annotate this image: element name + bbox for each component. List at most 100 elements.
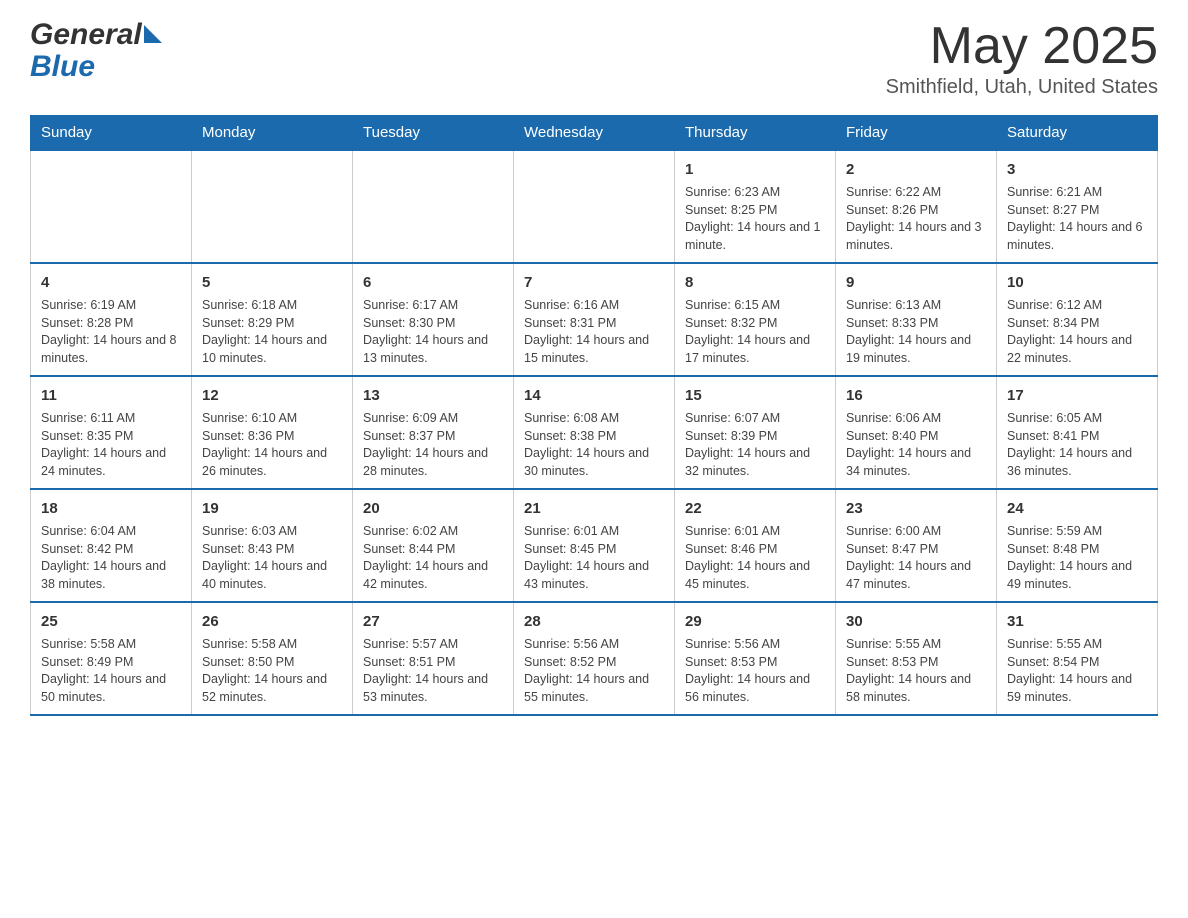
day-number: 7 — [524, 272, 664, 293]
day-info: Sunrise: 6:12 AMSunset: 8:34 PMDaylight:… — [1007, 297, 1147, 367]
day-number: 24 — [1007, 498, 1147, 519]
table-row: 12Sunrise: 6:10 AMSunset: 8:36 PMDayligh… — [192, 376, 353, 489]
day-info: Sunrise: 6:00 AMSunset: 8:47 PMDaylight:… — [846, 523, 986, 593]
day-info: Sunrise: 6:23 AMSunset: 8:25 PMDaylight:… — [685, 184, 825, 254]
day-info: Sunrise: 6:08 AMSunset: 8:38 PMDaylight:… — [524, 410, 664, 480]
calendar-week-row: 4 Sunrise: 6:19 AMSunset: 8:28 PMDaylight… — [31, 263, 1158, 376]
day-info: Sunrise: 5:58 AMSunset: 8:50 PMDaylight:… — [202, 636, 342, 706]
table-row: 30 Sunrise: 5:55 AMSunset: 8:53 PMDayligh… — [836, 602, 997, 715]
table-row: 25 Sunrise: 5:58 AMSunset: 8:49 PMDayligh… — [31, 602, 192, 715]
table-row: 2Sunrise: 6:22 AMSunset: 8:26 PMDaylight… — [836, 150, 997, 263]
calendar-body: 1Sunrise: 6:23 AMSunset: 8:25 PMDaylight… — [31, 150, 1158, 715]
table-row: 10 Sunrise: 6:12 AMSunset: 8:34 PMDayligh… — [997, 263, 1158, 376]
day-info: Sunrise: 5:59 AMSunset: 8:48 PMDaylight:… — [1007, 523, 1147, 593]
table-row: 8 Sunrise: 6:15 AMSunset: 8:32 PMDaylight… — [675, 263, 836, 376]
logo: General Blue — [30, 20, 164, 82]
day-number: 30 — [846, 611, 986, 632]
day-info: Sunrise: 6:17 AMSunset: 8:30 PMDaylight:… — [363, 297, 503, 367]
col-sunday: Sunday — [31, 116, 192, 151]
day-number: 10 — [1007, 272, 1147, 293]
day-info: Sunrise: 6:19 AMSunset: 8:28 PMDaylight:… — [41, 297, 181, 367]
day-info: Sunrise: 5:56 AMSunset: 8:53 PMDaylight:… — [685, 636, 825, 706]
table-row: 28 Sunrise: 5:56 AMSunset: 8:52 PMDayligh… — [514, 602, 675, 715]
calendar-header-row: Sunday Monday Tuesday Wednesday Thursday… — [31, 116, 1158, 151]
day-info: Sunrise: 6:01 AMSunset: 8:45 PMDaylight:… — [524, 523, 664, 593]
day-number: 16 — [846, 385, 986, 406]
table-row: 27Sunrise: 5:57 AMSunset: 8:51 PMDayligh… — [353, 602, 514, 715]
day-number: 31 — [1007, 611, 1147, 632]
logo-blue-text: Blue — [30, 52, 95, 82]
table-row: 4 Sunrise: 6:19 AMSunset: 8:28 PMDaylight… — [31, 263, 192, 376]
table-row: 18 Sunrise: 6:04 AMSunset: 8:42 PMDayligh… — [31, 489, 192, 602]
day-info: Sunrise: 5:58 AMSunset: 8:49 PMDaylight:… — [41, 636, 181, 706]
day-number: 14 — [524, 385, 664, 406]
day-number: 25 — [41, 611, 181, 632]
day-info: Sunrise: 6:03 AMSunset: 8:43 PMDaylight:… — [202, 523, 342, 593]
day-info: Sunrise: 5:56 AMSunset: 8:52 PMDaylight:… — [524, 636, 664, 706]
day-info: Sunrise: 6:18 AMSunset: 8:29 PMDaylight:… — [202, 297, 342, 367]
day-number: 13 — [363, 385, 503, 406]
day-info: Sunrise: 6:11 AMSunset: 8:35 PMDaylight:… — [41, 410, 181, 480]
day-number: 8 — [685, 272, 825, 293]
table-row: 22 Sunrise: 6:01 AMSunset: 8:46 PMDayligh… — [675, 489, 836, 602]
table-row: 14 Sunrise: 6:08 AMSunset: 8:38 PMDayligh… — [514, 376, 675, 489]
table-row: 23Sunrise: 6:00 AMSunset: 8:47 PMDayligh… — [836, 489, 997, 602]
day-number: 3 — [1007, 159, 1147, 180]
day-info: Sunrise: 6:15 AMSunset: 8:32 PMDaylight:… — [685, 297, 825, 367]
day-number: 18 — [41, 498, 181, 519]
day-info: Sunrise: 5:55 AMSunset: 8:53 PMDaylight:… — [846, 636, 986, 706]
day-info: Sunrise: 6:21 AMSunset: 8:27 PMDaylight:… — [1007, 184, 1147, 254]
col-monday: Monday — [192, 116, 353, 151]
table-row: 13 Sunrise: 6:09 AMSunset: 8:37 PMDayligh… — [353, 376, 514, 489]
table-row: 15 Sunrise: 6:07 AMSunset: 8:39 PMDayligh… — [675, 376, 836, 489]
day-number: 4 — [41, 272, 181, 293]
day-number: 11 — [41, 385, 181, 406]
day-number: 26 — [202, 611, 342, 632]
page-header: General Blue May 2025 Smithfield, Utah, … — [30, 20, 1158, 99]
day-info: Sunrise: 6:07 AMSunset: 8:39 PMDaylight:… — [685, 410, 825, 480]
calendar-location: Smithfield, Utah, United States — [886, 76, 1158, 99]
col-thursday: Thursday — [675, 116, 836, 151]
table-row: 24 Sunrise: 5:59 AMSunset: 8:48 PMDayligh… — [997, 489, 1158, 602]
day-number: 15 — [685, 385, 825, 406]
day-number: 29 — [685, 611, 825, 632]
day-info: Sunrise: 6:06 AMSunset: 8:40 PMDaylight:… — [846, 410, 986, 480]
day-info: Sunrise: 5:55 AMSunset: 8:54 PMDaylight:… — [1007, 636, 1147, 706]
day-info: Sunrise: 6:04 AMSunset: 8:42 PMDaylight:… — [41, 523, 181, 593]
day-number: 20 — [363, 498, 503, 519]
day-number: 12 — [202, 385, 342, 406]
table-row: 3 Sunrise: 6:21 AMSunset: 8:27 PMDaylight… — [997, 150, 1158, 263]
table-row: 5Sunrise: 6:18 AMSunset: 8:29 PMDaylight… — [192, 263, 353, 376]
table-row: 31 Sunrise: 5:55 AMSunset: 8:54 PMDayligh… — [997, 602, 1158, 715]
table-row: 17 Sunrise: 6:05 AMSunset: 8:41 PMDayligh… — [997, 376, 1158, 489]
table-row — [353, 150, 514, 263]
calendar-week-row: 1Sunrise: 6:23 AMSunset: 8:25 PMDaylight… — [31, 150, 1158, 263]
day-number: 28 — [524, 611, 664, 632]
title-block: May 2025 Smithfield, Utah, United States — [886, 20, 1158, 99]
table-row: 26 Sunrise: 5:58 AMSunset: 8:50 PMDayligh… — [192, 602, 353, 715]
table-row: 1Sunrise: 6:23 AMSunset: 8:25 PMDaylight… — [675, 150, 836, 263]
table-row: 21Sunrise: 6:01 AMSunset: 8:45 PMDayligh… — [514, 489, 675, 602]
day-number: 22 — [685, 498, 825, 519]
table-row: 11 Sunrise: 6:11 AMSunset: 8:35 PMDayligh… — [31, 376, 192, 489]
table-row — [514, 150, 675, 263]
col-wednesday: Wednesday — [514, 116, 675, 151]
day-info: Sunrise: 6:02 AMSunset: 8:44 PMDaylight:… — [363, 523, 503, 593]
calendar-week-row: 25 Sunrise: 5:58 AMSunset: 8:49 PMDayligh… — [31, 602, 1158, 715]
table-row: 9Sunrise: 6:13 AMSunset: 8:33 PMDaylight… — [836, 263, 997, 376]
day-number: 17 — [1007, 385, 1147, 406]
day-info: Sunrise: 6:05 AMSunset: 8:41 PMDaylight:… — [1007, 410, 1147, 480]
day-info: Sunrise: 6:01 AMSunset: 8:46 PMDaylight:… — [685, 523, 825, 593]
calendar-title: May 2025 — [886, 20, 1158, 72]
day-number: 9 — [846, 272, 986, 293]
day-info: Sunrise: 6:09 AMSunset: 8:37 PMDaylight:… — [363, 410, 503, 480]
logo-general-text: General — [30, 20, 142, 50]
col-tuesday: Tuesday — [353, 116, 514, 151]
table-row — [192, 150, 353, 263]
table-row: 29 Sunrise: 5:56 AMSunset: 8:53 PMDayligh… — [675, 602, 836, 715]
calendar-table: Sunday Monday Tuesday Wednesday Thursday… — [30, 115, 1158, 716]
table-row: 6Sunrise: 6:17 AMSunset: 8:30 PMDaylight… — [353, 263, 514, 376]
table-row: 20 Sunrise: 6:02 AMSunset: 8:44 PMDayligh… — [353, 489, 514, 602]
day-info: Sunrise: 6:16 AMSunset: 8:31 PMDaylight:… — [524, 297, 664, 367]
calendar-week-row: 11 Sunrise: 6:11 AMSunset: 8:35 PMDayligh… — [31, 376, 1158, 489]
